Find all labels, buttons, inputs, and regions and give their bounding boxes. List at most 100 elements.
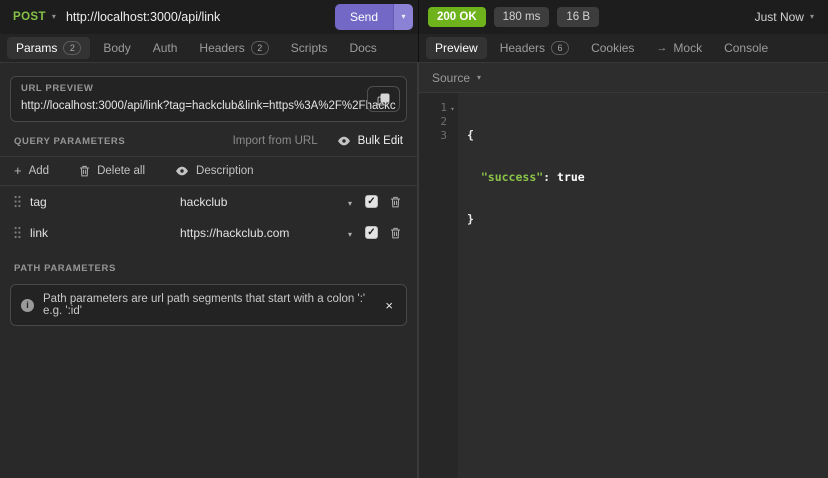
tab-preview-label: Preview	[435, 41, 478, 55]
tab-response-headers-label: Headers	[500, 41, 545, 55]
drag-handle[interactable]	[14, 195, 30, 208]
copy-icon	[377, 93, 390, 106]
send-button[interactable]: Send	[335, 4, 393, 30]
send-button-group: Send ▾	[335, 4, 413, 30]
tab-console-label: Console	[724, 41, 768, 55]
history-caret-down-icon: ▾	[810, 13, 814, 21]
gutter-line: 2	[419, 114, 458, 128]
line-number-gutter: 1 ▾ 2 3	[419, 93, 458, 478]
tab-docs[interactable]: Docs	[340, 37, 385, 59]
response-tabs: Preview Headers 6 Cookies → Mock Console	[419, 34, 828, 62]
app-window: POST ▾ http://localhost:3000/api/link Se…	[0, 0, 828, 478]
json-key: "success"	[481, 170, 543, 184]
drag-handle[interactable]	[14, 226, 30, 239]
drag-dots-icon	[14, 195, 21, 208]
trash-icon	[390, 196, 401, 208]
param-name-input[interactable]: tag	[30, 195, 180, 209]
response-history-dropdown[interactable]: Just Now ▾	[755, 10, 814, 24]
info-icon: i	[21, 299, 34, 312]
delete-all-label: Delete all	[97, 165, 145, 177]
tab-preview[interactable]: Preview	[426, 37, 487, 59]
url-preview-box: URL PREVIEW http://localhost:3000/api/li…	[10, 76, 407, 122]
top-bar: POST ▾ http://localhost:3000/api/link Se…	[0, 0, 828, 34]
param-enabled-checkbox[interactable]: ✓	[365, 226, 378, 239]
duration-badge: 180 ms	[494, 7, 550, 27]
line-number: 2	[419, 115, 447, 128]
request-bar: POST ▾ http://localhost:3000/api/link Se…	[0, 0, 419, 34]
param-value-input[interactable]: hackclub	[180, 195, 348, 209]
import-from-url-button[interactable]: Import from URL	[233, 135, 318, 147]
delete-param-button[interactable]	[390, 196, 401, 208]
response-bar: 200 OK 180 ms 16 B Just Now ▾	[419, 0, 828, 34]
path-parameters-header: PATH PARAMETERS	[10, 263, 407, 283]
response-panel: Source ▾ 1 ▾ 2 3	[419, 63, 828, 478]
tab-body-label: Body	[103, 41, 130, 55]
param-name-input[interactable]: link	[30, 226, 180, 240]
status-badge: 200 OK	[428, 7, 486, 27]
tab-console[interactable]: Console	[715, 37, 777, 59]
tab-scripts[interactable]: Scripts	[282, 37, 337, 59]
url-preview-title: URL PREVIEW	[21, 83, 396, 94]
method-selector[interactable]: POST	[13, 11, 46, 23]
request-url-input[interactable]: http://localhost:3000/api/link	[66, 10, 220, 24]
gutter-line: 1 ▾	[419, 100, 458, 114]
tab-mock-label: Mock	[673, 41, 702, 55]
fold-toggle[interactable]: ▾	[447, 101, 458, 114]
path-parameters-title: PATH PARAMETERS	[14, 263, 116, 274]
query-parameters-toolbar: + Add Delete all Description	[10, 157, 407, 185]
toggle-description-button[interactable]: Description	[175, 165, 254, 177]
tab-auth[interactable]: Auth	[144, 37, 187, 59]
description-label: Description	[196, 165, 254, 177]
send-options-button[interactable]: ▾	[393, 4, 413, 30]
source-dropdown[interactable]: Source ▾	[419, 63, 828, 93]
tab-cookies-label: Cookies	[591, 41, 634, 55]
request-tabs: Params 2 Body Auth Headers 2 Scripts Doc…	[0, 34, 419, 62]
code-line: "success": true	[467, 170, 828, 184]
path-parameters-info-box: i Path parameters are url path segments …	[10, 284, 407, 326]
check-icon: ✓	[367, 197, 375, 207]
drag-dots-icon	[14, 226, 21, 239]
eye-icon	[175, 166, 189, 176]
tab-body[interactable]: Body	[94, 37, 139, 59]
code-line: {	[467, 128, 828, 142]
tab-cookies[interactable]: Cookies	[582, 37, 643, 59]
copy-url-button[interactable]	[367, 86, 400, 112]
param-row-tag: tag hackclub ▾ ✓	[10, 186, 407, 217]
method-caret-down-icon[interactable]: ▾	[52, 13, 56, 21]
query-parameters-header: QUERY PARAMETERS Import from URL Bulk Ed…	[10, 135, 407, 156]
tab-params[interactable]: Params 2	[7, 37, 90, 59]
fold-caret-down-icon: ▾	[450, 105, 454, 113]
delete-param-button[interactable]	[390, 227, 401, 239]
param-value-input[interactable]: https://hackclub.com	[180, 226, 348, 240]
source-label: Source	[432, 71, 470, 85]
response-headers-count-badge: 6	[551, 41, 569, 55]
param-options-caret-down-icon[interactable]: ▾	[348, 224, 352, 242]
headers-count-badge: 2	[251, 41, 269, 55]
tab-response-headers[interactable]: Headers 6	[491, 37, 578, 59]
tab-headers[interactable]: Headers 2	[190, 37, 277, 59]
line-number: 3	[419, 129, 447, 142]
plus-icon: +	[14, 164, 22, 177]
param-enabled-checkbox[interactable]: ✓	[365, 195, 378, 208]
url-preview-value: http://localhost:3000/api/link?tag=hackc…	[21, 99, 396, 114]
gutter-line: 3	[419, 128, 458, 142]
code-line: }	[467, 212, 828, 226]
add-parameter-button[interactable]: + Add	[14, 164, 49, 177]
query-parameters-title: QUERY PARAMETERS	[14, 136, 125, 147]
tab-strip: Params 2 Body Auth Headers 2 Scripts Doc…	[0, 34, 828, 63]
param-options-caret-down-icon[interactable]: ▾	[348, 193, 352, 211]
tab-auth-label: Auth	[153, 41, 178, 55]
request-panel: URL PREVIEW http://localhost:3000/api/li…	[0, 63, 417, 478]
json-response-body[interactable]: { "success": true }	[458, 93, 828, 478]
response-code-viewer: 1 ▾ 2 3 { "success": true }	[419, 93, 828, 478]
bulk-edit-button[interactable]: Bulk Edit	[337, 135, 403, 147]
bulk-edit-label: Bulk Edit	[358, 135, 403, 147]
size-badge: 16 B	[557, 7, 599, 27]
eye-icon	[337, 136, 351, 146]
delete-all-button[interactable]: Delete all	[79, 165, 145, 177]
arrow-right-icon: →	[656, 42, 667, 54]
dismiss-info-button[interactable]: ×	[382, 299, 396, 312]
source-caret-down-icon: ▾	[477, 74, 481, 82]
tab-mock[interactable]: → Mock	[647, 37, 711, 59]
param-row-link: link https://hackclub.com ▾ ✓	[10, 217, 407, 248]
